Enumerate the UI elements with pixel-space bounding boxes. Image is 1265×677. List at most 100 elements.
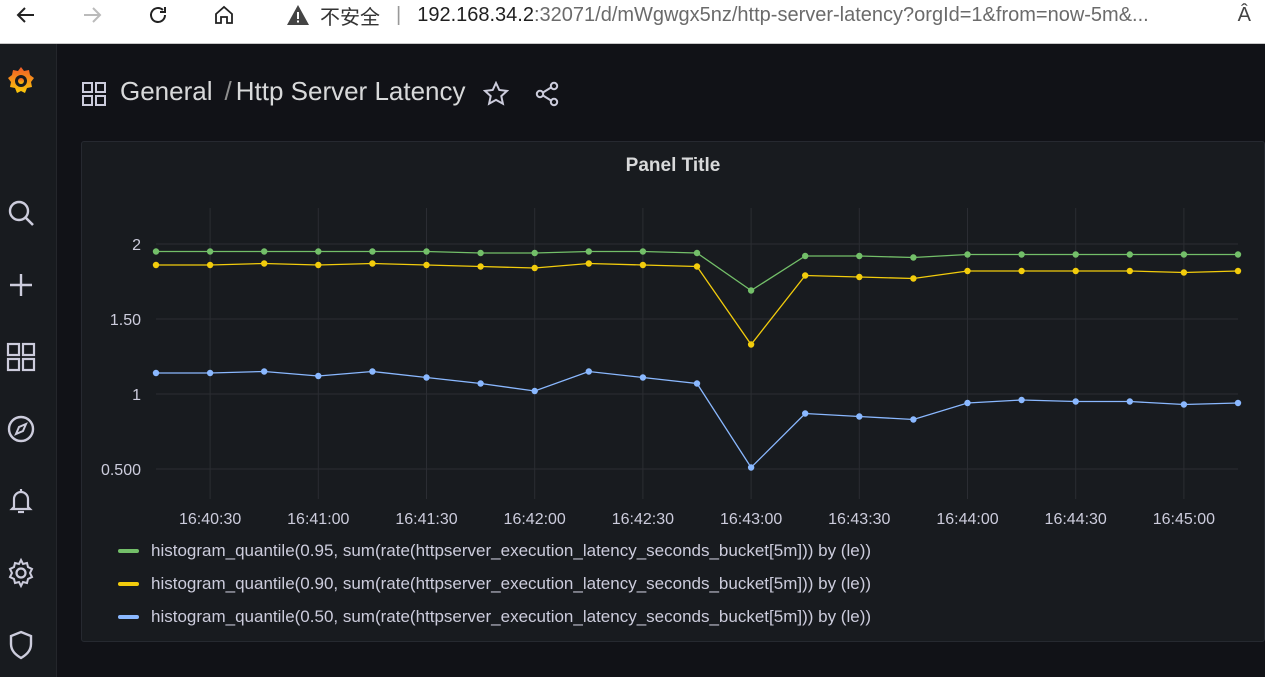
series-point <box>747 464 755 471</box>
series-point <box>1180 269 1188 276</box>
series-point <box>477 249 484 257</box>
series-point <box>423 374 430 381</box>
series-point <box>964 251 971 258</box>
forward-icon[interactable] <box>72 0 112 30</box>
x-tick-label: 16:41:00 <box>287 511 349 528</box>
legend-label: histogram_quantile(0.50, sum(rate(httpse… <box>151 606 872 626</box>
dashboard-header: General / Http Server Latency <box>57 44 1265 140</box>
url-path: :32071/d/mWgwgx5nz/http-server-latency?o… <box>533 3 1149 26</box>
series-point <box>369 260 376 267</box>
series-point <box>206 248 214 255</box>
chart-legend: histogram_quantile(0.95, sum(rate(httpse… <box>118 534 871 633</box>
y-tick-label: 1 <box>132 387 141 404</box>
breadcrumb: General / Http Server Latency <box>120 76 466 107</box>
address-bar[interactable]: 不安全 | 192.168.34.2:32071/d/mWgwgx5nz/htt… <box>272 0 1265 30</box>
legend-swatch <box>118 581 139 586</box>
series-point <box>315 261 322 269</box>
series-point <box>531 264 538 272</box>
series-point <box>1180 401 1188 408</box>
legend-item[interactable]: histogram_quantile(0.95, sum(rate(httpse… <box>118 534 871 567</box>
latency-chart[interactable]: 2 1.50 1 0.500 16:40:30 16:41:00 16:41:30 16:42… <box>82 142 1264 532</box>
series-point <box>693 249 701 257</box>
url-host: 192.168.34.2 <box>417 3 534 26</box>
series-point <box>261 260 268 267</box>
series-point <box>802 272 809 279</box>
series-point <box>1234 251 1242 258</box>
series-point <box>856 273 863 281</box>
series-point <box>1018 251 1025 258</box>
legend-item[interactable]: histogram_quantile(0.90, sum(rate(httpse… <box>118 567 871 600</box>
breadcrumb-separator: / <box>224 76 232 106</box>
series-point <box>693 380 701 387</box>
series-point <box>261 248 268 255</box>
legend-item[interactable]: histogram_quantile(0.50, sum(rate(httpse… <box>118 600 871 633</box>
series-point <box>477 263 484 270</box>
x-tick-label: 16:40:30 <box>179 511 241 528</box>
series-point <box>423 261 430 269</box>
page-title[interactable]: Http Server Latency <box>236 76 466 106</box>
series-point <box>1234 267 1242 275</box>
dashboard-grid-icon <box>82 82 106 106</box>
series-point <box>856 413 863 420</box>
legend-swatch <box>118 548 139 553</box>
series-point <box>315 248 322 255</box>
shield-icon[interactable] <box>4 628 38 662</box>
url-separator: | <box>396 3 402 26</box>
series-point <box>531 249 538 257</box>
series-point <box>585 260 592 267</box>
series-point <box>802 252 809 260</box>
x-tick-label: 16:45:00 <box>1153 511 1215 528</box>
configuration-gear-icon[interactable] <box>4 556 38 590</box>
share-icon[interactable] <box>534 81 560 107</box>
series-point <box>423 248 430 255</box>
legend-label: histogram_quantile(0.90, sum(rate(httpse… <box>151 573 872 593</box>
sidebar <box>0 44 57 677</box>
graph-panel[interactable]: Panel Title 2 1.50 1 0.500 16:40:30 16:41:00 1… <box>81 141 1265 642</box>
series-point <box>964 267 971 275</box>
legend-label: histogram_quantile(0.95, sum(rate(httpse… <box>151 540 872 560</box>
series-point <box>747 287 755 294</box>
series-point <box>531 387 538 395</box>
explore-compass-icon[interactable] <box>4 412 38 446</box>
back-icon[interactable] <box>6 0 46 30</box>
series-point <box>1018 396 1025 404</box>
y-tick-label: 2 <box>132 237 141 254</box>
series-point <box>369 368 376 375</box>
series-point <box>1234 399 1242 407</box>
series-point <box>639 374 647 381</box>
plus-icon[interactable] <box>4 268 38 302</box>
series-point <box>261 368 268 375</box>
series-point <box>1126 251 1134 258</box>
series-point <box>152 261 160 269</box>
breadcrumb-folder[interactable]: General <box>120 76 213 106</box>
x-tick-label: 16:43:00 <box>720 511 782 528</box>
series-point <box>747 341 755 348</box>
series-point <box>910 275 917 282</box>
home-icon[interactable] <box>204 0 244 30</box>
x-tick-label: 16:42:30 <box>612 511 674 528</box>
alerting-bell-icon[interactable] <box>4 484 38 518</box>
x-tick-label: 16:44:00 <box>936 511 998 528</box>
x-tick-label: 16:44:30 <box>1045 511 1107 528</box>
series-point <box>1126 398 1134 405</box>
series-point <box>964 399 971 407</box>
search-icon[interactable] <box>4 196 38 230</box>
series-point <box>1126 267 1134 275</box>
series-point <box>585 368 592 375</box>
series-point <box>1072 251 1079 258</box>
series-point <box>910 254 917 261</box>
series-point <box>639 261 647 269</box>
series-point <box>315 372 322 380</box>
star-icon[interactable] <box>483 81 509 107</box>
read-aloud-icon[interactable]: Â <box>1238 0 1251 30</box>
refresh-icon[interactable] <box>138 0 178 30</box>
dashboards-icon[interactable] <box>4 340 38 374</box>
legend-swatch <box>118 614 139 619</box>
x-tick-label: 16:43:30 <box>828 511 890 528</box>
series-point <box>1018 267 1025 275</box>
series-point <box>369 248 376 255</box>
series-point <box>1072 398 1079 405</box>
series-point <box>206 261 214 269</box>
grafana-logo-icon[interactable] <box>4 64 38 98</box>
series-point <box>477 380 484 387</box>
